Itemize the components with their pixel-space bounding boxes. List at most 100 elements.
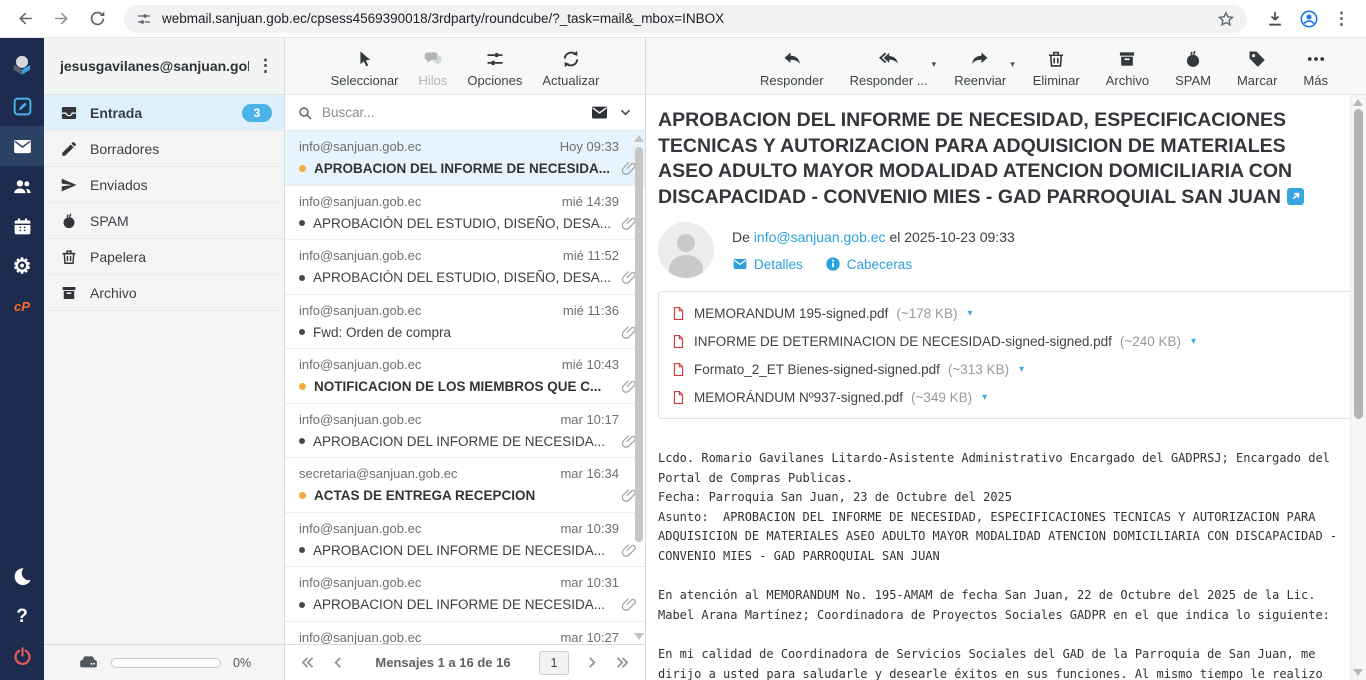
calendar-button[interactable] [0, 206, 44, 246]
next-page-icon[interactable] [583, 654, 600, 671]
attachment-name[interactable]: MEMORÁNDUM Nº937-signed.pdf [694, 390, 903, 405]
mail-button[interactable] [0, 126, 44, 166]
first-page-icon[interactable] [299, 654, 316, 671]
folder-item-spam[interactable]: SPAM [44, 203, 284, 239]
reload-button[interactable] [82, 4, 112, 34]
attachment-name[interactable]: MEMORANDUM 195-signed.pdf [694, 306, 888, 321]
attachment-size: (~349 KB) [911, 390, 972, 405]
from-email-link[interactable]: info@sanjuan.gob.ec [754, 229, 886, 245]
open-external-icon[interactable] [1287, 188, 1304, 205]
folder-item-archive[interactable]: Archivo [44, 275, 284, 311]
message-list-row[interactable]: secretaria@sanjuan.gob.ecmar 16:34ACTAS … [285, 458, 645, 513]
reply-button[interactable]: Responder [752, 45, 832, 88]
reply-all-button[interactable]: Responder ... [842, 45, 936, 88]
select-button[interactable]: Seleccionar [323, 45, 407, 88]
archive-button[interactable]: Archivo [1098, 45, 1157, 88]
message-list-row[interactable]: info@sanjuan.gob.ecmié 11:36Fwd: Orden d… [285, 295, 645, 350]
forward-dropdown-caret[interactable]: ▾ [1010, 59, 1015, 70]
account-header[interactable]: jesusgavilanes@sanjuan.gob.... ⋮ [44, 38, 284, 95]
delete-button[interactable]: Eliminar [1025, 45, 1088, 88]
message-list-row[interactable]: info@sanjuan.gob.ecmar 10:27 [285, 622, 645, 645]
options-button[interactable]: Opciones [459, 45, 530, 88]
profile-icon[interactable] [1299, 9, 1319, 29]
page-number-input[interactable]: 1 [539, 651, 569, 675]
attachment-dropdown-caret[interactable]: ▾ [968, 308, 973, 319]
settings-button[interactable]: ⚙ [0, 246, 44, 286]
folder-item-trash[interactable]: Papelera [44, 239, 284, 275]
inbox-icon [60, 104, 78, 122]
folder-list: Entrada3BorradoresEnviadosSPAM Papelera Ar… [44, 95, 284, 311]
message-sender: info@sanjuan.gob.ec [299, 194, 562, 209]
compose-button[interactable] [0, 86, 44, 126]
bookmark-star-icon[interactable] [1217, 10, 1235, 28]
list-scrollbar[interactable] [632, 131, 645, 644]
site-info-icon[interactable] [136, 11, 152, 27]
attachment-item[interactable]: MEMORÁNDUM Nº937-signed.pdf (~349 KB) ▾ [671, 383, 1340, 411]
message-subject: ACTAS DE ENTREGA RECEPCION [314, 488, 535, 503]
prev-page-icon[interactable] [330, 654, 347, 671]
archive-icon [60, 284, 78, 302]
tag-icon [1247, 49, 1267, 69]
message-subject: APROBACION DEL INFORME DE NECESIDA... [313, 543, 605, 558]
headers-toggle[interactable]: Cabeceras [825, 256, 912, 272]
message-list-row[interactable]: info@sanjuan.gob.ecmar 10:17APROBACION D… [285, 404, 645, 459]
scroll-up-icon[interactable] [1353, 99, 1363, 106]
back-button[interactable] [10, 4, 40, 34]
folder-item-drafts[interactable]: Borradores [44, 131, 284, 167]
refresh-button[interactable]: Actualizar [534, 45, 607, 88]
logout-button[interactable] [0, 636, 44, 676]
forward-icon [52, 9, 71, 28]
message-sender: info@sanjuan.gob.ec [299, 248, 563, 263]
message-scrollbar-thumb[interactable] [1354, 109, 1363, 419]
attachment-item[interactable]: Formato_2_ET Bienes-signed-signed.pdf(~3… [671, 355, 1340, 383]
menu-kebab-icon[interactable]: ⋮ [1333, 9, 1350, 29]
folder-item-sent[interactable]: Enviados [44, 167, 284, 203]
forward-button[interactable] [46, 4, 76, 34]
attachment-item[interactable]: INFORME DE DETERMINACION DE NECESIDAD-si… [671, 327, 1340, 355]
attachment-dropdown-caret[interactable]: ▾ [1191, 336, 1196, 347]
contacts-button[interactable] [0, 166, 44, 206]
chat-icon [423, 49, 443, 69]
folder-item-inbox[interactable]: Entrada3 [44, 95, 284, 131]
message-list-row[interactable]: info@sanjuan.gob.ecmar 10:39APROBACION D… [285, 513, 645, 568]
scroll-down-icon[interactable] [634, 633, 644, 640]
reply-all-dropdown-caret[interactable]: ▾ [932, 59, 937, 70]
message-list-row[interactable]: info@sanjuan.gob.ecmié 14:39APROBACIÓN D… [285, 186, 645, 241]
search-options-chevron-icon[interactable] [618, 105, 633, 120]
message-list-row[interactable]: info@sanjuan.gob.ecHoy 09:33APROBACION D… [285, 131, 645, 186]
scroll-down-icon[interactable] [1353, 669, 1363, 676]
search-bar[interactable]: Buscar... [285, 95, 645, 131]
message-list-row[interactable]: info@sanjuan.gob.ecmié 11:52APROBACIÓN D… [285, 240, 645, 295]
dark-mode-toggle[interactable] [0, 556, 44, 596]
attachment-dropdown-caret[interactable]: ▾ [982, 392, 987, 403]
message-date: mié 14:39 [562, 194, 619, 209]
details-toggle[interactable]: Detalles [732, 256, 803, 272]
attachment-name[interactable]: INFORME DE DETERMINACION DE NECESIDAD-si… [694, 334, 1112, 349]
attachment-item[interactable]: MEMORANDUM 195-signed.pdf(~178 KB)▾ [671, 299, 1340, 327]
download-icon[interactable] [1265, 9, 1285, 29]
app-rail: ⚙ cP ? [0, 38, 44, 680]
list-scrollbar-thumb[interactable] [635, 147, 643, 542]
mark-button[interactable]: Marcar [1229, 45, 1285, 88]
message-subject: APROBACION DEL INFORME DE NECESIDA... [313, 597, 605, 612]
account-menu-kebab-icon[interactable]: ⋮ [257, 56, 274, 76]
attachment-dropdown-caret[interactable]: ▾ [1019, 364, 1024, 375]
message-date: mar 10:39 [560, 521, 619, 536]
scroll-up-icon[interactable] [634, 135, 644, 142]
spam-button[interactable]: SPAM [1167, 45, 1219, 88]
message-scrollbar[interactable] [1350, 95, 1366, 680]
search-input[interactable]: Buscar... [322, 105, 581, 120]
message-list-row[interactable]: info@sanjuan.gob.ecmar 10:31APROBACION D… [285, 567, 645, 622]
search-scope-mail-icon[interactable] [590, 103, 609, 122]
url-text[interactable]: webmail.sanjuan.gob.ec/cpsess4569390018/… [162, 11, 1207, 26]
last-page-icon[interactable] [614, 654, 631, 671]
help-button[interactable]: ? [0, 596, 44, 636]
forward-button[interactable]: Reenviar [946, 45, 1014, 88]
more-button[interactable]: Más [1295, 45, 1336, 88]
address-bar[interactable]: webmail.sanjuan.gob.ec/cpsess4569390018/… [124, 5, 1247, 33]
cpanel-link[interactable]: cP [0, 286, 44, 326]
message-list-row[interactable]: info@sanjuan.gob.ecmié 10:43NOTIFICACION… [285, 349, 645, 404]
threads-button[interactable]: Hilos [411, 45, 456, 88]
attachment-name[interactable]: Formato_2_ET Bienes-signed-signed.pdf [694, 362, 940, 377]
folder-label: Papelera [90, 249, 146, 265]
